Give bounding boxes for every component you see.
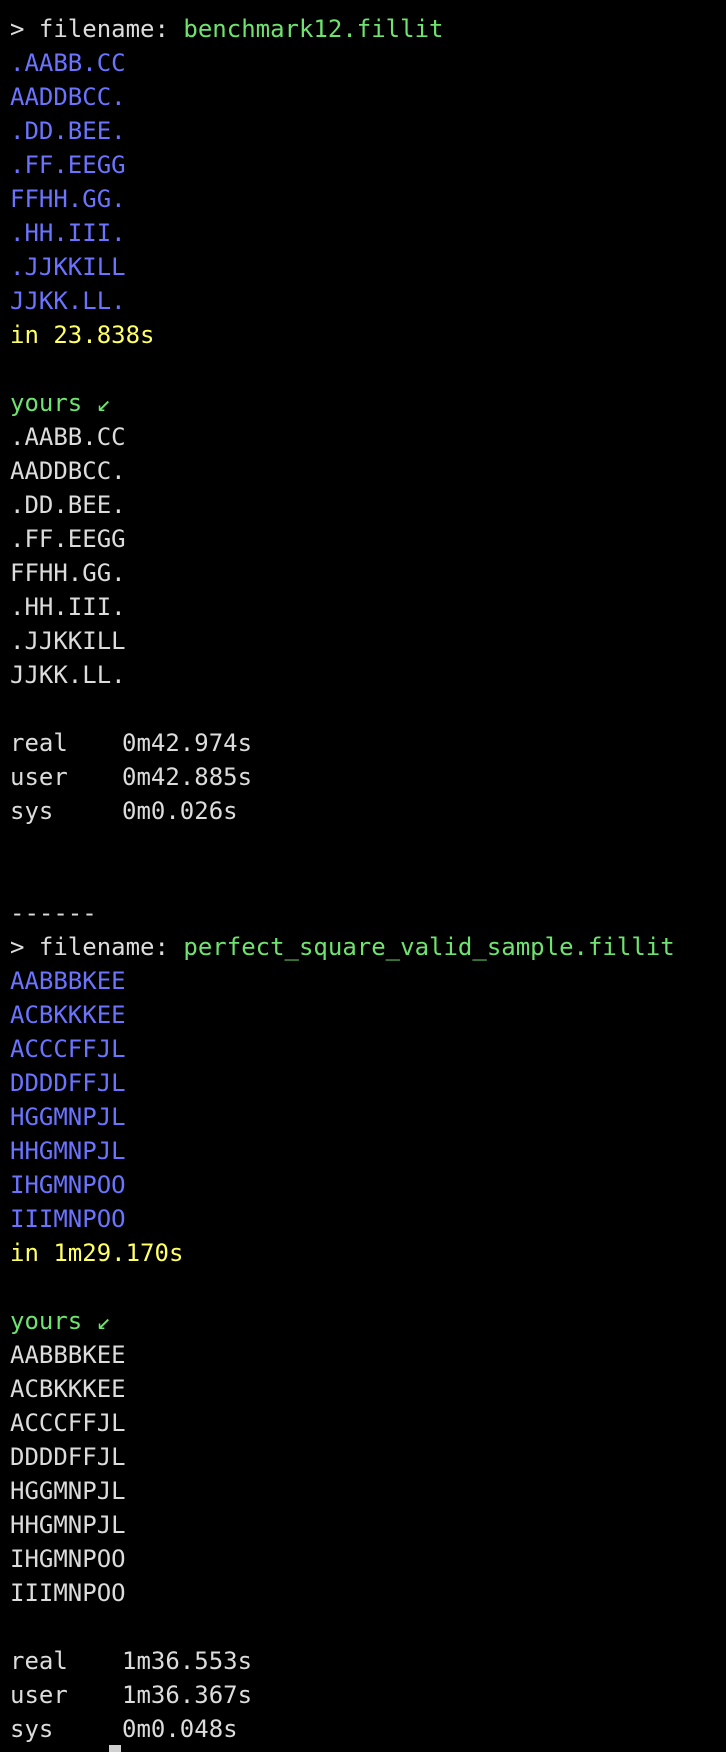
yours-grid: AABBBKEE ACBKKKEE ACCCFFJL DDDDFFJL HGGM… [10, 1338, 720, 1610]
grid-row: JJKK.LL. [10, 287, 126, 315]
stat-value: 1m36.367s [122, 1681, 253, 1709]
yours-grid: .AABB.CC AADDBCC. .DD.BEE. .FF.EEGG FFHH… [10, 420, 720, 692]
stat-value: 0m0.026s [122, 797, 238, 825]
grid-row: HGGMNPJL [10, 1477, 126, 1505]
stat-label: sys [10, 1715, 54, 1743]
stat-label: sys [10, 797, 54, 825]
filename-line: > filename: benchmark12.fillit [10, 12, 720, 46]
stat-value: 1m36.553s [122, 1647, 253, 1675]
stat-value: 0m0.048s [122, 1715, 238, 1743]
grid-row: ACBKKKEE [10, 1001, 126, 1029]
stat-label: real [10, 1647, 68, 1675]
time-real: real 0m42.974s [10, 726, 720, 760]
grid-row: ACBKKKEE [10, 1375, 126, 1403]
grid-row: FFHH.GG. [10, 185, 126, 213]
stat-label: user [10, 1681, 68, 1709]
grid-row: ACCCFFJL [10, 1409, 126, 1437]
grid-row: ACCCFFJL [10, 1035, 126, 1063]
grid-row: IIIMNPOO [10, 1205, 126, 1233]
grid-row: AADDBCC. [10, 83, 126, 111]
time-user: user 1m36.367s [10, 1678, 720, 1712]
prompt-label: > filename: [10, 933, 184, 961]
time-sys: sys 0m0.026s [10, 794, 720, 828]
grid-row: .DD.BEE. [10, 117, 126, 145]
stat-label: user [10, 763, 68, 791]
grid-row: AABBBKEE [10, 1341, 126, 1369]
grid-row: .FF.EEGG [10, 151, 126, 179]
grid-row: .AABB.CC [10, 423, 126, 451]
grid-row: HHGMNPJL [10, 1511, 126, 1539]
separator: ------ [10, 899, 97, 927]
grid-row: JJKK.LL. [10, 661, 126, 689]
expected-time: in 23.838s [10, 321, 155, 349]
grid-row: DDDDFFJL [10, 1069, 126, 1097]
grid-row: HGGMNPJL [10, 1103, 126, 1131]
grid-row: .AABB.CC [10, 49, 126, 77]
filename-line: > filename: perfect_square_valid_sample.… [10, 930, 720, 964]
grid-row: .JJKKILL [10, 627, 126, 655]
expected-grid: AABBBKEE ACBKKKEE ACCCFFJL DDDDFFJL HGGM… [10, 964, 720, 1236]
grid-row: DDDDFFJL [10, 1443, 126, 1471]
prompt-label: > filename: [10, 15, 184, 43]
grid-row: .JJKKILL [10, 253, 126, 281]
terminal-output: > filename: benchmark12.fillit .AABB.CC … [10, 12, 720, 1746]
grid-row: IHGMNPOO [10, 1545, 126, 1573]
text-cursor[interactable] [109, 1745, 121, 1752]
grid-row: AADDBCC. [10, 457, 126, 485]
grid-row: HHGMNPJL [10, 1137, 126, 1165]
time-user: user 0m42.885s [10, 760, 720, 794]
time-sys: sys 0m0.048s [10, 1712, 720, 1746]
grid-row: .HH.III. [10, 219, 126, 247]
yours-label: yours ↙ [10, 1307, 112, 1335]
grid-row: FFHH.GG. [10, 559, 126, 587]
grid-row: .HH.III. [10, 593, 126, 621]
grid-row: IIIMNPOO [10, 1579, 126, 1607]
grid-row: .DD.BEE. [10, 491, 126, 519]
stat-value: 0m42.974s [122, 729, 253, 757]
yours-label: yours ↙ [10, 389, 112, 417]
grid-row: IHGMNPOO [10, 1171, 126, 1199]
filename: perfect_square_valid_sample.fillit [183, 933, 675, 961]
grid-row: AABBBKEE [10, 967, 126, 995]
stat-value: 0m42.885s [122, 763, 253, 791]
stat-label: real [10, 729, 68, 757]
expected-time: in 1m29.170s [10, 1239, 184, 1267]
filename: benchmark12.fillit [183, 15, 444, 43]
time-real: real 1m36.553s [10, 1644, 720, 1678]
grid-row: .FF.EEGG [10, 525, 126, 553]
expected-grid: .AABB.CC AADDBCC. .DD.BEE. .FF.EEGG FFHH… [10, 46, 720, 318]
